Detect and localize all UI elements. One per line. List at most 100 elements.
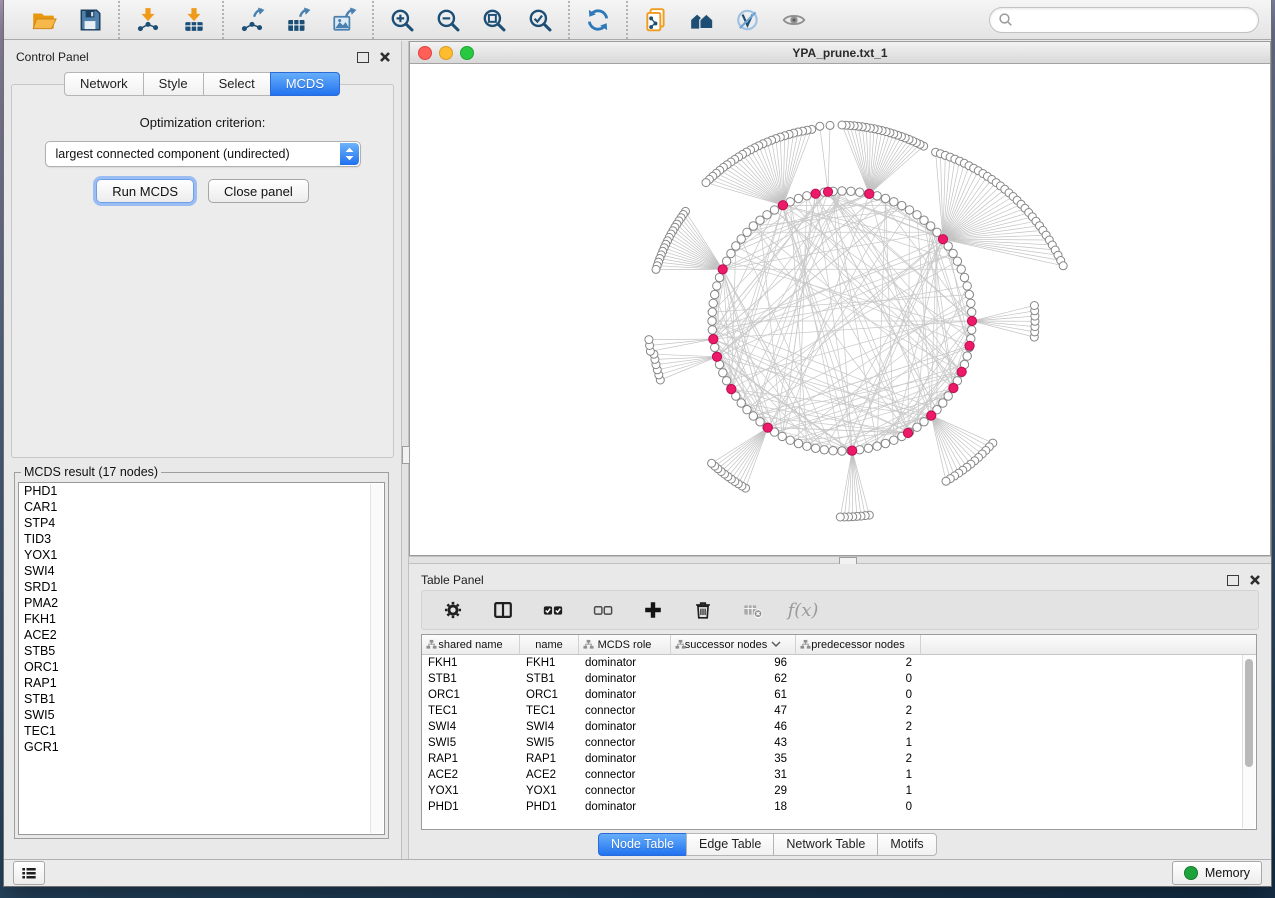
mcds-result-item[interactable]: CAR1 xyxy=(19,499,384,515)
mcds-result-item[interactable]: TID3 xyxy=(19,531,384,547)
minimize-window-icon[interactable] xyxy=(439,46,453,60)
mcds-result-item[interactable]: RAP1 xyxy=(19,675,384,691)
cell-shared-name: SWI4 xyxy=(422,721,520,733)
tab-network[interactable]: Network xyxy=(64,72,144,96)
mcds-result-item[interactable]: STB1 xyxy=(19,691,384,707)
cell-shared-name: FKH1 xyxy=(422,657,520,669)
refresh-icon[interactable] xyxy=(583,5,613,35)
column-settings-icon[interactable] xyxy=(440,597,466,623)
open-file-icon[interactable] xyxy=(29,5,59,35)
table-scrollbar-thumb[interactable] xyxy=(1245,659,1253,767)
select-all-icon[interactable] xyxy=(540,597,566,623)
cell-predecessor-nodes: 0 xyxy=(796,801,921,813)
tab-network-table[interactable]: Network Table xyxy=(773,833,878,856)
mcds-result-item[interactable]: TEC1 xyxy=(19,723,384,739)
float-panel-icon[interactable] xyxy=(357,52,369,63)
cell-predecessor-nodes: 0 xyxy=(796,673,921,685)
deselect-all-icon[interactable] xyxy=(590,597,616,623)
table-row[interactable]: RAP1RAP1dominator352 xyxy=(422,751,1256,767)
import-table-icon[interactable] xyxy=(179,5,209,35)
column-header-mcds-role[interactable]: MCDS role xyxy=(579,635,671,654)
table-row[interactable]: PHD1PHD1dominator180 xyxy=(422,799,1256,815)
column-header-predecessor-nodes[interactable]: predecessor nodes xyxy=(796,635,921,654)
share-document-icon[interactable] xyxy=(641,5,671,35)
split-view-icon[interactable] xyxy=(490,597,516,623)
cell-mcds-role: connector xyxy=(579,769,671,781)
mcds-result-list[interactable]: PHD1CAR1STP4TID3YOX1SWI4SRD1PMA2FKH1ACE2… xyxy=(18,482,385,835)
network-title: YPA_prune.txt_1 xyxy=(792,46,887,60)
table-row[interactable]: ACE2ACE2connector311 xyxy=(422,767,1256,783)
function-builder-icon: f(x) xyxy=(790,597,816,623)
table-row[interactable]: FKH1FKH1dominator962 xyxy=(422,655,1256,671)
mcds-result-item[interactable]: ORC1 xyxy=(19,659,384,675)
tab-style[interactable]: Style xyxy=(143,72,204,96)
column-header-name[interactable]: name xyxy=(520,635,579,654)
export-image-icon[interactable] xyxy=(329,5,359,35)
run-mcds-button[interactable]: Run MCDS xyxy=(96,179,194,203)
export-table-icon[interactable] xyxy=(283,5,313,35)
result-scrollbar[interactable] xyxy=(370,484,383,833)
network-browser-icon[interactable] xyxy=(687,5,717,35)
table-scrollbar[interactable] xyxy=(1242,655,1255,828)
vertical-splitter[interactable] xyxy=(401,41,409,859)
mcds-result-item[interactable]: GCR1 xyxy=(19,739,384,755)
close-panel-button[interactable]: Close panel xyxy=(208,179,309,203)
status-list-button[interactable] xyxy=(13,861,45,885)
close-panel-icon[interactable] xyxy=(379,51,391,63)
mcds-result-item[interactable]: PMA2 xyxy=(19,595,384,611)
column-header-shared-name[interactable]: shared name xyxy=(422,635,520,654)
memory-button[interactable]: Memory xyxy=(1172,861,1262,885)
cell-successor-nodes: 29 xyxy=(671,785,796,797)
table-row[interactable]: STB1STB1dominator620 xyxy=(422,671,1256,687)
mcds-result-item[interactable]: FKH1 xyxy=(19,611,384,627)
tab-node-table[interactable]: Node Table xyxy=(598,833,687,856)
cell-successor-nodes: 47 xyxy=(671,705,796,717)
maximize-window-icon[interactable] xyxy=(460,46,474,60)
table-row[interactable]: TEC1TEC1connector472 xyxy=(422,703,1256,719)
import-network-icon[interactable] xyxy=(133,5,163,35)
close-window-icon[interactable] xyxy=(418,46,432,60)
zoom-selected-icon[interactable] xyxy=(525,5,555,35)
main-toolbar-groups xyxy=(16,0,822,39)
graphics-details-icon[interactable] xyxy=(733,5,763,35)
search-input[interactable] xyxy=(1018,12,1250,28)
zoom-fit-icon[interactable] xyxy=(479,5,509,35)
horizontal-splitter[interactable] xyxy=(409,556,1271,564)
export-network-icon[interactable] xyxy=(237,5,267,35)
tab-edge-table[interactable]: Edge Table xyxy=(686,833,774,856)
search-box[interactable] xyxy=(989,7,1259,33)
mcds-result-item[interactable]: STP4 xyxy=(19,515,384,531)
float-table-panel-icon[interactable] xyxy=(1227,575,1239,586)
mcds-result-item[interactable]: STB5 xyxy=(19,643,384,659)
mcds-result-item[interactable]: SWI4 xyxy=(19,563,384,579)
column-header-successor-nodes[interactable]: successor nodes xyxy=(671,635,796,654)
close-table-panel-icon[interactable] xyxy=(1249,574,1261,586)
optimization-criterion-label: Optimization criterion: xyxy=(12,115,393,130)
tab-select[interactable]: Select xyxy=(203,72,271,96)
optimization-criterion-dropdown[interactable]: largest connected component (undirected) xyxy=(45,141,361,167)
tab-mcds[interactable]: MCDS xyxy=(270,72,340,96)
mcds-result-item[interactable]: YOX1 xyxy=(19,547,384,563)
birds-eye-icon[interactable] xyxy=(779,5,809,35)
cell-successor-nodes: 31 xyxy=(671,769,796,781)
delete-column-icon[interactable] xyxy=(690,597,716,623)
mcds-result-item[interactable]: SRD1 xyxy=(19,579,384,595)
save-session-icon[interactable] xyxy=(75,5,105,35)
cell-shared-name: YOX1 xyxy=(422,785,520,797)
tab-motifs[interactable]: Motifs xyxy=(877,833,936,856)
network-canvas[interactable] xyxy=(410,63,1270,555)
table-row[interactable]: SWI5SWI5connector431 xyxy=(422,735,1256,751)
table-row[interactable]: SWI4SWI4dominator462 xyxy=(422,719,1256,735)
mcds-result-item[interactable]: SWI5 xyxy=(19,707,384,723)
cell-predecessor-nodes: 1 xyxy=(796,785,921,797)
zoom-out-icon[interactable] xyxy=(433,5,463,35)
table-row[interactable]: YOX1YOX1connector291 xyxy=(422,783,1256,799)
mcds-result-item[interactable]: ACE2 xyxy=(19,627,384,643)
application-window: Control Panel NetworkStyleSelectMCDS Opt… xyxy=(4,0,1271,886)
zoom-in-icon[interactable] xyxy=(387,5,417,35)
add-column-icon[interactable] xyxy=(640,597,666,623)
mcds-result-item[interactable]: PHD1 xyxy=(19,483,384,499)
cell-shared-name: RAP1 xyxy=(422,753,520,765)
cell-mcds-role: connector xyxy=(579,705,671,717)
table-row[interactable]: ORC1ORC1dominator610 xyxy=(422,687,1256,703)
